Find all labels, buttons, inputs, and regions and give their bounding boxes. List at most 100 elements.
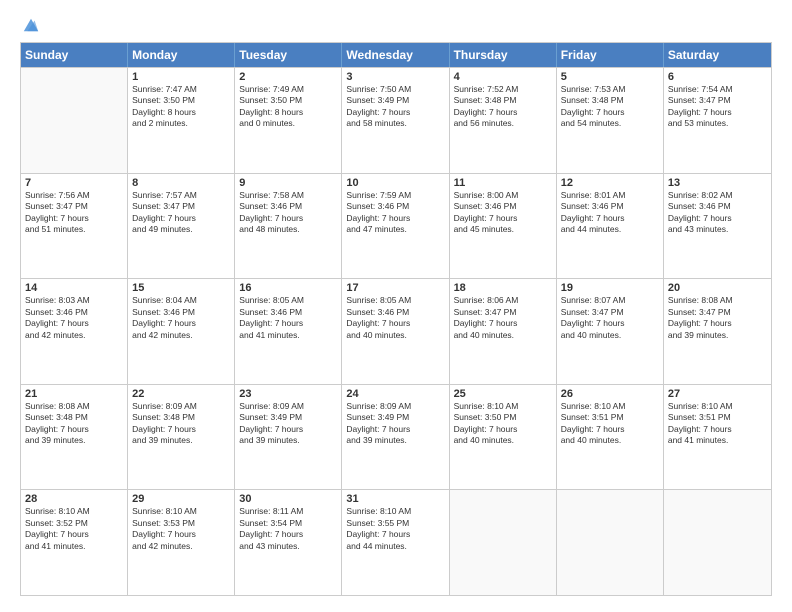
calendar-cell: 14Sunrise: 8:03 AM Sunset: 3:46 PM Dayli… bbox=[21, 279, 128, 384]
calendar-week-row: 1Sunrise: 7:47 AM Sunset: 3:50 PM Daylig… bbox=[21, 67, 771, 173]
day-number: 13 bbox=[668, 177, 767, 189]
calendar-week-row: 7Sunrise: 7:56 AM Sunset: 3:47 PM Daylig… bbox=[21, 173, 771, 279]
calendar-header: SundayMondayTuesdayWednesdayThursdayFrid… bbox=[21, 43, 771, 67]
day-info: Sunrise: 7:56 AM Sunset: 3:47 PM Dayligh… bbox=[25, 190, 123, 236]
calendar-cell: 8Sunrise: 7:57 AM Sunset: 3:47 PM Daylig… bbox=[128, 174, 235, 279]
calendar-cell: 20Sunrise: 8:08 AM Sunset: 3:47 PM Dayli… bbox=[664, 279, 771, 384]
day-number: 25 bbox=[454, 388, 552, 400]
calendar-week-row: 14Sunrise: 8:03 AM Sunset: 3:46 PM Dayli… bbox=[21, 278, 771, 384]
calendar-day-header: Thursday bbox=[450, 43, 557, 67]
calendar-cell bbox=[450, 490, 557, 595]
calendar-day-header: Monday bbox=[128, 43, 235, 67]
calendar-cell: 30Sunrise: 8:11 AM Sunset: 3:54 PM Dayli… bbox=[235, 490, 342, 595]
day-info: Sunrise: 7:59 AM Sunset: 3:46 PM Dayligh… bbox=[346, 190, 444, 236]
day-info: Sunrise: 8:10 AM Sunset: 3:53 PM Dayligh… bbox=[132, 506, 230, 552]
day-info: Sunrise: 8:10 AM Sunset: 3:50 PM Dayligh… bbox=[454, 401, 552, 447]
day-info: Sunrise: 8:10 AM Sunset: 3:55 PM Dayligh… bbox=[346, 506, 444, 552]
day-info: Sunrise: 7:54 AM Sunset: 3:47 PM Dayligh… bbox=[668, 84, 767, 130]
calendar-day-header: Tuesday bbox=[235, 43, 342, 67]
day-info: Sunrise: 8:05 AM Sunset: 3:46 PM Dayligh… bbox=[346, 295, 444, 341]
calendar-cell: 7Sunrise: 7:56 AM Sunset: 3:47 PM Daylig… bbox=[21, 174, 128, 279]
calendar-day-header: Sunday bbox=[21, 43, 128, 67]
day-info: Sunrise: 7:47 AM Sunset: 3:50 PM Dayligh… bbox=[132, 84, 230, 130]
calendar-cell: 27Sunrise: 8:10 AM Sunset: 3:51 PM Dayli… bbox=[664, 385, 771, 490]
day-number: 9 bbox=[239, 177, 337, 189]
day-info: Sunrise: 8:07 AM Sunset: 3:47 PM Dayligh… bbox=[561, 295, 659, 341]
day-number: 31 bbox=[346, 493, 444, 505]
day-number: 11 bbox=[454, 177, 552, 189]
header bbox=[20, 16, 772, 32]
day-info: Sunrise: 8:10 AM Sunset: 3:51 PM Dayligh… bbox=[561, 401, 659, 447]
day-number: 29 bbox=[132, 493, 230, 505]
day-number: 8 bbox=[132, 177, 230, 189]
logo bbox=[20, 16, 40, 32]
day-info: Sunrise: 8:03 AM Sunset: 3:46 PM Dayligh… bbox=[25, 295, 123, 341]
day-number: 28 bbox=[25, 493, 123, 505]
calendar-cell: 31Sunrise: 8:10 AM Sunset: 3:55 PM Dayli… bbox=[342, 490, 449, 595]
calendar-cell bbox=[21, 68, 128, 173]
day-info: Sunrise: 8:10 AM Sunset: 3:51 PM Dayligh… bbox=[668, 401, 767, 447]
day-number: 17 bbox=[346, 282, 444, 294]
day-number: 4 bbox=[454, 71, 552, 83]
calendar-day-header: Saturday bbox=[664, 43, 771, 67]
calendar-cell: 23Sunrise: 8:09 AM Sunset: 3:49 PM Dayli… bbox=[235, 385, 342, 490]
day-info: Sunrise: 8:05 AM Sunset: 3:46 PM Dayligh… bbox=[239, 295, 337, 341]
calendar-cell: 18Sunrise: 8:06 AM Sunset: 3:47 PM Dayli… bbox=[450, 279, 557, 384]
calendar-cell: 10Sunrise: 7:59 AM Sunset: 3:46 PM Dayli… bbox=[342, 174, 449, 279]
day-info: Sunrise: 8:09 AM Sunset: 3:49 PM Dayligh… bbox=[346, 401, 444, 447]
day-number: 15 bbox=[132, 282, 230, 294]
day-number: 18 bbox=[454, 282, 552, 294]
day-info: Sunrise: 8:02 AM Sunset: 3:46 PM Dayligh… bbox=[668, 190, 767, 236]
day-number: 10 bbox=[346, 177, 444, 189]
day-info: Sunrise: 7:58 AM Sunset: 3:46 PM Dayligh… bbox=[239, 190, 337, 236]
day-info: Sunrise: 8:10 AM Sunset: 3:52 PM Dayligh… bbox=[25, 506, 123, 552]
day-number: 30 bbox=[239, 493, 337, 505]
day-info: Sunrise: 7:50 AM Sunset: 3:49 PM Dayligh… bbox=[346, 84, 444, 130]
calendar-cell: 29Sunrise: 8:10 AM Sunset: 3:53 PM Dayli… bbox=[128, 490, 235, 595]
calendar-week-row: 21Sunrise: 8:08 AM Sunset: 3:48 PM Dayli… bbox=[21, 384, 771, 490]
day-info: Sunrise: 8:09 AM Sunset: 3:48 PM Dayligh… bbox=[132, 401, 230, 447]
calendar-cell bbox=[664, 490, 771, 595]
day-info: Sunrise: 7:52 AM Sunset: 3:48 PM Dayligh… bbox=[454, 84, 552, 130]
calendar-cell bbox=[557, 490, 664, 595]
calendar-cell: 12Sunrise: 8:01 AM Sunset: 3:46 PM Dayli… bbox=[557, 174, 664, 279]
day-number: 5 bbox=[561, 71, 659, 83]
day-info: Sunrise: 7:49 AM Sunset: 3:50 PM Dayligh… bbox=[239, 84, 337, 130]
day-info: Sunrise: 7:53 AM Sunset: 3:48 PM Dayligh… bbox=[561, 84, 659, 130]
calendar-cell: 21Sunrise: 8:08 AM Sunset: 3:48 PM Dayli… bbox=[21, 385, 128, 490]
day-number: 19 bbox=[561, 282, 659, 294]
calendar-cell: 1Sunrise: 7:47 AM Sunset: 3:50 PM Daylig… bbox=[128, 68, 235, 173]
day-info: Sunrise: 8:09 AM Sunset: 3:49 PM Dayligh… bbox=[239, 401, 337, 447]
logo-icon bbox=[22, 16, 40, 34]
day-info: Sunrise: 8:00 AM Sunset: 3:46 PM Dayligh… bbox=[454, 190, 552, 236]
day-number: 7 bbox=[25, 177, 123, 189]
calendar-cell: 24Sunrise: 8:09 AM Sunset: 3:49 PM Dayli… bbox=[342, 385, 449, 490]
calendar-cell: 4Sunrise: 7:52 AM Sunset: 3:48 PM Daylig… bbox=[450, 68, 557, 173]
day-number: 2 bbox=[239, 71, 337, 83]
calendar-cell: 16Sunrise: 8:05 AM Sunset: 3:46 PM Dayli… bbox=[235, 279, 342, 384]
calendar-cell: 15Sunrise: 8:04 AM Sunset: 3:46 PM Dayli… bbox=[128, 279, 235, 384]
calendar-cell: 17Sunrise: 8:05 AM Sunset: 3:46 PM Dayli… bbox=[342, 279, 449, 384]
calendar-cell: 19Sunrise: 8:07 AM Sunset: 3:47 PM Dayli… bbox=[557, 279, 664, 384]
day-number: 24 bbox=[346, 388, 444, 400]
calendar-cell: 6Sunrise: 7:54 AM Sunset: 3:47 PM Daylig… bbox=[664, 68, 771, 173]
calendar-cell: 2Sunrise: 7:49 AM Sunset: 3:50 PM Daylig… bbox=[235, 68, 342, 173]
day-number: 22 bbox=[132, 388, 230, 400]
calendar-cell: 25Sunrise: 8:10 AM Sunset: 3:50 PM Dayli… bbox=[450, 385, 557, 490]
calendar-cell: 13Sunrise: 8:02 AM Sunset: 3:46 PM Dayli… bbox=[664, 174, 771, 279]
day-number: 27 bbox=[668, 388, 767, 400]
day-number: 23 bbox=[239, 388, 337, 400]
calendar-cell: 22Sunrise: 8:09 AM Sunset: 3:48 PM Dayli… bbox=[128, 385, 235, 490]
calendar-cell: 9Sunrise: 7:58 AM Sunset: 3:46 PM Daylig… bbox=[235, 174, 342, 279]
day-number: 26 bbox=[561, 388, 659, 400]
day-info: Sunrise: 8:11 AM Sunset: 3:54 PM Dayligh… bbox=[239, 506, 337, 552]
calendar-cell: 3Sunrise: 7:50 AM Sunset: 3:49 PM Daylig… bbox=[342, 68, 449, 173]
calendar-day-header: Friday bbox=[557, 43, 664, 67]
day-number: 16 bbox=[239, 282, 337, 294]
calendar-cell: 11Sunrise: 8:00 AM Sunset: 3:46 PM Dayli… bbox=[450, 174, 557, 279]
calendar-cell: 26Sunrise: 8:10 AM Sunset: 3:51 PM Dayli… bbox=[557, 385, 664, 490]
page: SundayMondayTuesdayWednesdayThursdayFrid… bbox=[0, 0, 792, 612]
day-number: 6 bbox=[668, 71, 767, 83]
day-number: 20 bbox=[668, 282, 767, 294]
day-number: 12 bbox=[561, 177, 659, 189]
